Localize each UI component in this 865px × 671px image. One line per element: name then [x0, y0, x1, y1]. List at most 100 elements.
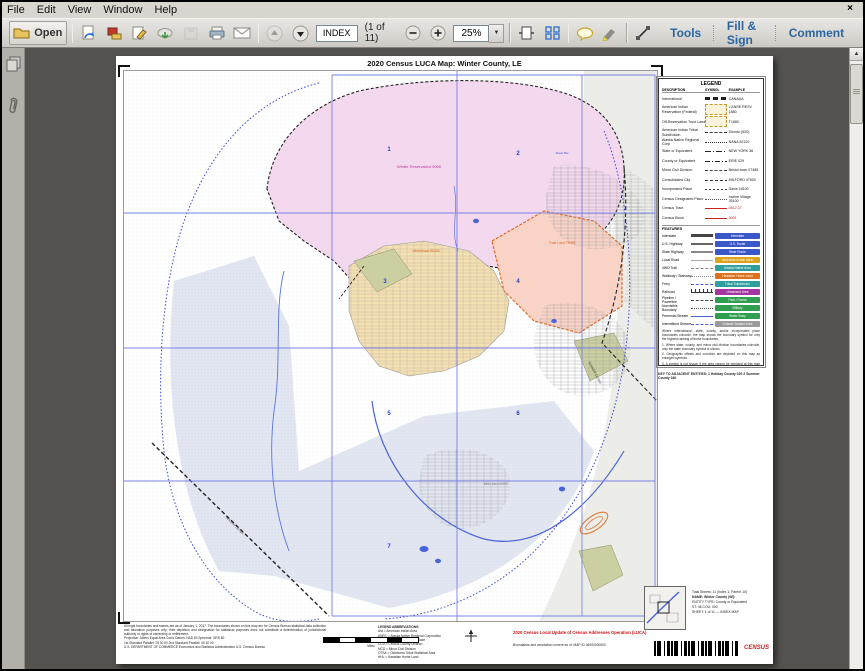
close-button[interactable]: × [847, 3, 853, 14]
legend-feature-row: FerryTribal Subdivision [662, 280, 760, 288]
feature-symbol-dots [691, 308, 713, 309]
legend-symbol [705, 178, 729, 182]
open-label: Open [34, 27, 62, 39]
export-pdf-button[interactable] [104, 22, 125, 44]
menu-help[interactable]: Help [154, 4, 177, 16]
map-label: Snow Riv [556, 151, 569, 155]
page-thumbnails-icon[interactable] [6, 56, 21, 77]
feature-swatch: Park / Forest [715, 297, 760, 304]
legend-row-example: MILFORD 47500 [729, 178, 760, 182]
task-panes: Tools Fill & Sign Comment [658, 19, 856, 47]
vertical-scrollbar[interactable]: ▲ [849, 48, 863, 669]
legend-feature-row: InterstateInterstate [662, 232, 760, 240]
comment-pane-button[interactable]: Comment [777, 26, 856, 40]
legend-row: Census Block3001 [662, 213, 760, 223]
legend-symbol-dots [705, 199, 727, 200]
menu-file[interactable]: File [7, 4, 25, 16]
legend-feature-row: Perennial StreamWater Body [662, 312, 760, 320]
feature-swatch: American Indian Area [715, 257, 760, 264]
legend-symbol [705, 168, 729, 172]
legend-row-example: T1880 [729, 120, 760, 124]
feature-symbol [691, 234, 715, 238]
feature-symbol [691, 306, 715, 310]
zoom-out-button[interactable] [402, 22, 423, 44]
menu-window[interactable]: Window [103, 4, 142, 16]
scroll-up-button[interactable]: ▲ [850, 48, 863, 61]
legend-symbol [705, 216, 729, 220]
print-button[interactable] [206, 22, 227, 44]
north-arrow-icon [464, 629, 478, 648]
legend-symbol-dashsq [705, 161, 727, 162]
zoom-dropdown-arrow[interactable]: ▼ [489, 24, 504, 43]
legend-boundary-rows: InternationalCANADAAmerican Indian Reser… [662, 94, 760, 223]
lake [435, 559, 441, 563]
feature-swatch: Urbanized Area [715, 289, 760, 296]
sheet-locator-inset [644, 586, 686, 630]
fill-sign-pane-button[interactable]: Fill & Sign [715, 19, 775, 47]
feature-symbol-dash4 [691, 300, 713, 301]
legend-row-label: State or Equivalent [662, 149, 705, 153]
legend-row-label: Consolidated City [662, 178, 705, 182]
menu-edit[interactable]: Edit [37, 4, 56, 16]
sticky-note-button[interactable] [574, 22, 595, 44]
feature-symbol [691, 266, 715, 270]
census-bureau-logo: CENSUS [744, 645, 769, 651]
legend-symbol [705, 149, 729, 153]
email-button[interactable] [232, 22, 253, 44]
legend-symbol [705, 116, 729, 128]
feature-label: Walkway / Stairway [662, 274, 691, 278]
legend-symbol-dash3 [705, 142, 727, 143]
scroll-mode-button[interactable] [516, 22, 537, 44]
attachments-paperclip-icon[interactable] [6, 95, 20, 120]
legend-symbol-dash4 [705, 170, 727, 171]
menu-view[interactable]: View [68, 4, 92, 16]
legend-row-label: Census Tract [662, 206, 705, 210]
legend-symbol [705, 130, 729, 134]
save-file-button[interactable] [78, 22, 99, 44]
zoom-in-button[interactable] [428, 22, 449, 44]
legend-symbol [705, 206, 729, 210]
legend-row-label: County or Equivalent [662, 159, 705, 163]
legend-row-label: Minor Civil Division [662, 168, 705, 172]
next-page-button[interactable] [290, 22, 311, 44]
scrollbar-thumb[interactable] [850, 64, 863, 124]
credit-line: All legal boundaries and names are as of… [124, 624, 326, 636]
legend-row-example: 3001 [729, 216, 760, 220]
map-label: Bello town 06000 [484, 482, 509, 486]
sign-button[interactable] [130, 22, 151, 44]
credit-line: U.S. DEPARTMENT OF COMMERCE Economics an… [124, 645, 326, 649]
legend-symbol-dashdot [705, 151, 727, 152]
save-disabled-button [181, 22, 202, 44]
main-area: 2020 Census LUCA Map: Winter County, LE [2, 48, 863, 669]
legend-symbol-goldbox [705, 116, 727, 127]
feature-label: 4WD Trail [662, 266, 691, 270]
lake [473, 219, 479, 223]
open-button[interactable]: Open [9, 21, 67, 45]
feature-swatch: Alaska Native Area [715, 265, 760, 272]
zoom-level-combo[interactable]: 25% ▼ [453, 24, 504, 43]
toolbar-separator [72, 23, 74, 43]
legend-row: Incorporated PlaceDavis 18100 [662, 185, 760, 195]
abbreviation-line: HHL = Hawaiian Home Land [378, 655, 466, 659]
page-number-input[interactable] [316, 25, 358, 42]
legend-symbol [705, 97, 729, 101]
document-area[interactable]: 2020 Census LUCA Map: Winter County, LE [25, 48, 849, 669]
legend-header: EXAMPLE [729, 88, 760, 92]
feature-label: Pipeline / Powerline [662, 296, 691, 304]
zoom-level-value[interactable]: 25% [453, 25, 489, 42]
tools-pane-button[interactable]: Tools [658, 26, 713, 40]
legend-header: SYMBOL [705, 88, 729, 92]
feature-symbol-roadLocal [691, 260, 713, 261]
legend-row: Consolidated City MILFORD 47500 [662, 175, 760, 185]
legend-feature-row: State HighwayState Route [662, 248, 760, 256]
legend-row-example: ERIE 029 [729, 159, 760, 163]
fit-page-button[interactable] [542, 22, 563, 44]
lake [559, 487, 565, 492]
share-link-button[interactable] [633, 22, 654, 44]
folder-icon [13, 25, 30, 42]
feature-symbol [691, 322, 715, 326]
upload-cloud-button[interactable] [155, 22, 176, 44]
highlight-button[interactable] [600, 22, 621, 44]
legend-feature-row: Pipeline / Powerline Park / Forest [662, 296, 760, 304]
legend-panel: LEGEND DESCRIPTIONSYMBOLEXAMPLE Internat… [658, 78, 764, 366]
